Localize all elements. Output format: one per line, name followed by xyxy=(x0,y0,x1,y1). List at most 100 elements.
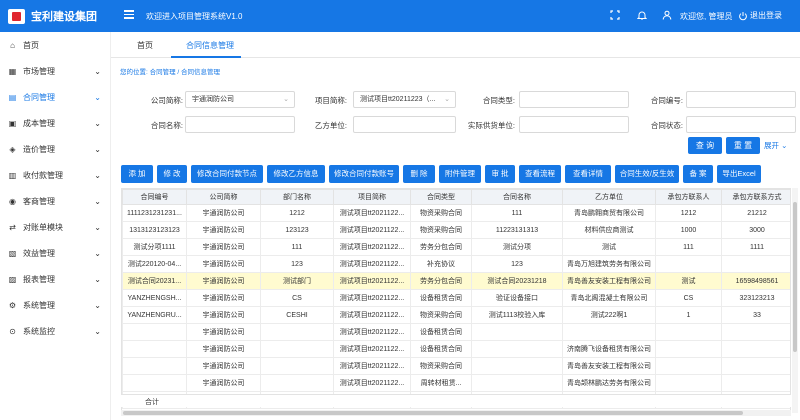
table-row[interactable]: 宇通润防公司 测试项目tt2021122... 设备租赁合同 xyxy=(122,323,790,341)
column-header[interactable]: 公司简称 xyxy=(186,189,261,205)
table-cell: 1111 xyxy=(721,238,790,256)
status-label: 合同状态: xyxy=(650,121,683,130)
table-cell: 设备租赁合同 xyxy=(410,323,472,341)
toolbar-button[interactable]: 删 除 xyxy=(403,165,435,183)
table-cell: 青岛善友安装工程有限公司 xyxy=(562,272,656,290)
toolbar-button[interactable]: 修 改 xyxy=(157,165,187,183)
toolbar-button[interactable]: 附件管理 xyxy=(439,165,481,183)
logout-button[interactable]: 退出登录 xyxy=(738,10,782,21)
table-cell: 宇通润防公司 xyxy=(186,357,261,375)
table-cell: 测试 xyxy=(562,238,656,256)
expand-toggle[interactable]: 展开 ⌄ xyxy=(764,140,787,151)
sidebar-item[interactable]: ▧ 效益管理 ⌄ xyxy=(0,240,110,266)
tab-home[interactable]: 首页 xyxy=(137,40,153,51)
logout-label: 退出登录 xyxy=(750,11,782,20)
column-header[interactable]: 乙方单位 xyxy=(562,189,656,205)
payment-icon: ▥ xyxy=(8,170,17,180)
table-cell: 测试分项 xyxy=(471,238,563,256)
toolbar-button[interactable]: 修改乙方信息 xyxy=(267,165,325,183)
vertical-scrollbar[interactable] xyxy=(792,188,798,413)
sidebar-item-label: 成本管理 xyxy=(23,118,55,128)
toolbar-button[interactable]: 备 案 xyxy=(683,165,713,183)
sidebar-item[interactable]: ▦ 市场管理 ⌄ xyxy=(0,58,110,84)
status-select[interactable] xyxy=(686,116,796,133)
toolbar-button[interactable]: 修改合同付款账号 xyxy=(329,165,399,183)
fullscreen-icon[interactable] xyxy=(609,9,621,21)
table-cell: 青岛颉林鹏达劳务有限公司 xyxy=(562,374,656,392)
toolbar-button[interactable]: 添 加 xyxy=(121,165,153,183)
sidebar-item[interactable]: ▣ 成本管理 ⌄ xyxy=(0,110,110,136)
table-cell xyxy=(122,340,187,358)
sidebar-item[interactable]: ⚙ 系统管理 ⌄ xyxy=(0,292,110,318)
sidebar-item[interactable]: ⊙ 系统监控 ⌄ xyxy=(0,318,110,344)
party-b-input[interactable] xyxy=(353,116,456,133)
benefit-icon: ▧ xyxy=(8,248,17,258)
chevron-down-icon: ⌄ xyxy=(94,301,101,310)
column-header[interactable]: 合同类型 xyxy=(410,189,472,205)
toolbar-button[interactable]: 修改合同付款节点 xyxy=(191,165,263,183)
tab-contract-info[interactable]: 合同信息管理 xyxy=(186,40,234,51)
table-row[interactable]: 宇通润防公司 测试项目tt2021122... 设备租赁合同 济南腾飞设备租赁有限公司 xyxy=(122,340,790,358)
table-row[interactable]: 测试合同20231... 宇通润防公司 测试部门 测试项目tt2021122... 劳务… xyxy=(122,272,790,290)
table-cell xyxy=(721,340,790,358)
column-header[interactable]: 合同名称 xyxy=(471,189,563,205)
table-row[interactable]: 测试220120-04... 宇通润防公司 123 测试项目tt2021122... 补… xyxy=(122,255,790,273)
table-cell: 物资采购合同 xyxy=(410,221,472,239)
project-select[interactable]: 测试项目tt20211223（... ⌄ xyxy=(353,91,456,108)
sidebar-item[interactable]: ◈ 造价管理 ⌄ xyxy=(0,136,110,162)
table-row[interactable]: YANZHENGRU... 宇通润防公司 CESHI 测试项目tt2021122...… xyxy=(122,306,790,324)
column-header[interactable]: 承包方联系方式 xyxy=(721,189,790,205)
table-cell: 测试222啊1 xyxy=(562,306,656,324)
table-cell: 劳务分包合同 xyxy=(410,238,472,256)
table-row[interactable]: 1313123123123 宇通润防公司 123123 测试项目tt2021122..… xyxy=(122,221,790,239)
column-header[interactable]: 承包方联系人 xyxy=(655,189,722,205)
brand-logo[interactable]: 宝利建设集团 xyxy=(8,7,97,25)
table-cell: YANZHENGRU... xyxy=(122,306,187,324)
column-header[interactable]: 部门名称 xyxy=(260,189,334,205)
table-row[interactable]: 1111231231231... 宇通润防公司 1212 测试项目tt2021122.… xyxy=(122,204,790,222)
toolbar-button[interactable]: 合同生效/反生效 xyxy=(615,165,679,183)
sidebar-item-label: 收付款管理 xyxy=(23,170,63,180)
sidebar-item[interactable]: ▥ 收付款管理 ⌄ xyxy=(0,162,110,188)
toolbar-button[interactable]: 查看详情 xyxy=(565,165,611,183)
sidebar-item[interactable]: ▨ 报表管理 ⌄ xyxy=(0,266,110,292)
table-cell: 123 xyxy=(260,255,334,273)
table-cell xyxy=(721,255,790,273)
sidebar-item-label: 市场管理 xyxy=(23,66,55,76)
horizontal-scrollbar[interactable] xyxy=(121,410,791,416)
toolbar-button[interactable]: 导出Excel xyxy=(717,165,761,183)
sidebar-item[interactable]: ◉ 客商管理 ⌄ xyxy=(0,188,110,214)
column-header[interactable]: 合同编号 xyxy=(122,189,187,205)
column-header[interactable]: 项目简称 xyxy=(333,189,411,205)
contract-no-input[interactable] xyxy=(686,91,796,108)
summary-row: 合计 xyxy=(121,394,791,407)
sidebar-item[interactable]: ⇄ 对账单模块 ⌄ xyxy=(0,214,110,240)
table-cell: 青岛鹏翱商贸有限公司 xyxy=(562,204,656,222)
toolbar-button[interactable]: 审 批 xyxy=(485,165,515,183)
sidebar-item[interactable]: ▤ 合同管理 ⌄ xyxy=(0,84,110,110)
table-cell: 设备租赁合同 xyxy=(410,289,472,307)
table-cell: 宇通润防公司 xyxy=(186,238,261,256)
sidebar-item[interactable]: ⌂ 首页 xyxy=(0,32,110,58)
table-row[interactable]: 测试分项1111 宇通润防公司 111 测试项目tt2021122... 劳务分包合同测… xyxy=(122,238,790,256)
table-cell: 测试项目tt2021122... xyxy=(333,272,411,290)
table-row[interactable]: 宇通润防公司 测试项目tt2021122... 物资采购合同 青岛善友安装工程有限公司 xyxy=(122,357,790,375)
table-row[interactable]: YANZHENGSH... 宇通润防公司 CS 测试项目tt2021122... 设备租… xyxy=(122,289,790,307)
contract-icon: ▤ xyxy=(8,92,17,102)
table-row[interactable]: 宇通润防公司 测试项目tt2021122... 周转材租赁... 青岛颉林鹏达劳务有限… xyxy=(122,374,790,392)
table-cell: 111 xyxy=(471,204,563,222)
bell-icon[interactable] xyxy=(636,9,648,21)
sidebar-item-label: 报表管理 xyxy=(23,274,55,284)
table-cell xyxy=(655,357,722,375)
table-cell xyxy=(471,357,563,375)
user-icon[interactable] xyxy=(661,9,673,21)
reset-button[interactable]: 重 置 xyxy=(726,137,760,154)
table-cell: 设备租赁合同 xyxy=(410,340,472,358)
table-cell: 材料供应商测试 xyxy=(562,221,656,239)
table-cell: 补充协议 xyxy=(410,255,472,273)
menu-toggle-icon[interactable] xyxy=(124,10,134,19)
sidebar-item-label: 合同管理 xyxy=(23,92,55,102)
chevron-down-icon: ⌄ xyxy=(94,171,101,180)
query-button[interactable]: 查 询 xyxy=(688,137,722,154)
toolbar-button[interactable]: 查看流程 xyxy=(519,165,561,183)
